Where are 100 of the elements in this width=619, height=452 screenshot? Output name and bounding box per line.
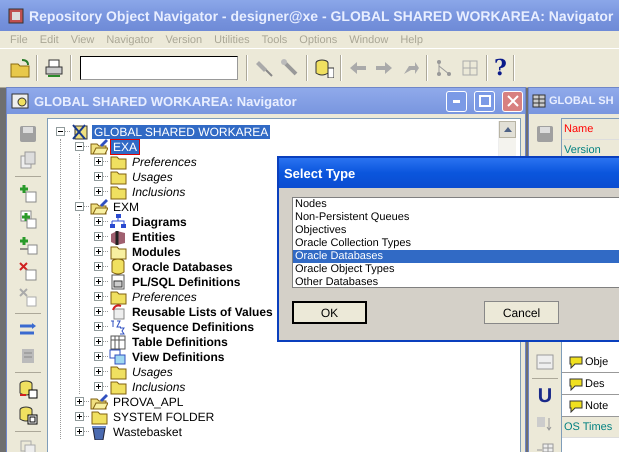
speech-bubble-icon <box>568 354 584 368</box>
underline-button[interactable]: U <box>538 385 552 408</box>
tree-item[interactable]: Modules <box>130 244 183 258</box>
tree-item[interactable]: Inclusions <box>130 184 188 198</box>
tree-item[interactable]: Wastebasket <box>111 424 184 438</box>
list-item[interactable]: Other Databases <box>293 276 619 287</box>
close-icon <box>506 95 518 107</box>
expand-toggle[interactable] <box>75 412 84 421</box>
expand-toggle[interactable] <box>94 172 103 181</box>
expand-toggle[interactable] <box>94 307 103 316</box>
maximize-button[interactable] <box>474 90 495 112</box>
document-icon <box>109 273 127 290</box>
printer-icon[interactable] <box>44 58 64 78</box>
expand-toggle[interactable] <box>94 232 103 241</box>
expand-toggle[interactable] <box>94 367 103 376</box>
tree-item[interactable]: Reusable Lists of Values <box>130 304 275 318</box>
property-label: Name <box>564 123 594 135</box>
tree-item[interactable]: SYSTEM FOLDER <box>111 410 216 424</box>
tree-item[interactable]: Preferences <box>130 154 199 168</box>
tree-item[interactable]: Sequence Definitions <box>130 320 256 334</box>
property-label: OS Times <box>564 421 612 433</box>
expand-toggle[interactable] <box>94 337 103 346</box>
tree-item[interactable]: Inclusions <box>130 380 188 394</box>
add-child-icon[interactable] <box>18 209 38 229</box>
table-icon <box>109 333 127 350</box>
tree-item[interactable]: Table Definitions <box>130 334 230 348</box>
expand-toggle[interactable] <box>94 382 103 391</box>
cube-icon <box>109 228 127 245</box>
collapse-toggle[interactable] <box>75 202 84 211</box>
open-folder-icon <box>90 198 108 215</box>
expand-toggle[interactable] <box>94 217 103 226</box>
dialog-button[interactable]: OK <box>292 301 367 324</box>
tree-item[interactable]: Oracle Databases <box>130 260 235 274</box>
input-field[interactable] <box>80 56 238 80</box>
expand-toggle[interactable] <box>94 352 103 361</box>
open-folder-icon[interactable] <box>10 58 30 78</box>
tree-item[interactable]: PL/SQL Definitions <box>130 274 242 288</box>
expand-toggle[interactable] <box>94 292 103 301</box>
property-label: Note <box>585 400 608 412</box>
database-help-icon[interactable] <box>314 58 334 78</box>
hierarchy-icon <box>109 213 127 230</box>
add-icon[interactable] <box>18 183 38 203</box>
collapse-toggle[interactable] <box>75 142 84 151</box>
database-diagram-icon[interactable] <box>18 405 38 425</box>
database-icon <box>109 258 127 275</box>
tree-item[interactable]: EXA <box>111 140 140 154</box>
dialog-title: Select Type <box>284 166 356 180</box>
list-item[interactable]: Nodes <box>293 198 619 211</box>
window-title: GLOBAL SH <box>549 95 614 107</box>
dialog-button[interactable]: Cancel <box>484 301 559 324</box>
minimize-button[interactable] <box>446 90 467 112</box>
tree-item[interactable]: Usages <box>130 364 175 378</box>
windows-icon <box>109 348 127 365</box>
help-button[interactable]: ? <box>494 55 507 81</box>
tree-item[interactable]: PROVA_APL <box>111 394 186 408</box>
tree-item[interactable]: Preferences <box>130 290 199 304</box>
tree-item[interactable]: Entities <box>130 230 178 244</box>
expand-toggle[interactable] <box>94 247 103 256</box>
navigator-icon <box>11 92 29 110</box>
trash-can-icon <box>90 423 108 440</box>
delete-icon[interactable] <box>18 261 38 281</box>
collapse-toggle[interactable] <box>56 127 65 136</box>
expand-toggle[interactable] <box>94 187 103 196</box>
tree-item[interactable]: EXM <box>111 200 142 214</box>
speech-bubble-icon <box>568 398 584 412</box>
add-function-icon[interactable] <box>18 235 38 255</box>
list-arrow-icon <box>109 303 127 320</box>
maximize-icon <box>478 95 490 107</box>
expand-toggle[interactable] <box>75 427 84 436</box>
workarea-icon <box>71 123 89 140</box>
expand-toggle[interactable] <box>94 262 103 271</box>
property-label: Version <box>564 144 601 156</box>
minimize-icon <box>453 100 460 102</box>
expand-toggle[interactable] <box>75 397 84 406</box>
list-item[interactable]: Oracle Collection Types <box>293 237 619 250</box>
tree-item[interactable]: Diagrams <box>130 214 189 228</box>
list-item[interactable]: Oracle Object Types <box>293 263 619 276</box>
tree-item[interactable]: GLOBAL SHARED WORKAREA <box>92 124 270 138</box>
list-item[interactable]: Oracle Databases <box>293 250 619 263</box>
tree-item[interactable]: View Definitions <box>130 350 226 364</box>
expand-toggle[interactable] <box>94 157 103 166</box>
tree-item[interactable]: Usages <box>130 170 175 184</box>
database-link-icon[interactable] <box>18 379 38 399</box>
open-folder-icon <box>90 393 108 410</box>
window-title: Repository Object Navigator - designer@xe - GLOBAL SHARED WORKAREA: Navigator <box>29 8 614 24</box>
expand-toggle[interactable] <box>94 277 103 286</box>
window-title: GLOBAL SHARED WORKAREA: Navigator <box>34 94 297 108</box>
close-button[interactable] <box>502 90 523 112</box>
grid-icon <box>532 94 546 108</box>
app-icon <box>8 8 24 24</box>
speech-bubble-icon <box>568 376 584 390</box>
arrow-up-icon <box>504 127 512 132</box>
list-item[interactable]: Objectives <box>293 224 619 237</box>
property-label: Des <box>585 378 605 390</box>
expand-toggle[interactable] <box>94 322 103 331</box>
list-item[interactable]: Non-Persistent Queues <box>293 211 619 224</box>
pin-icon[interactable] <box>254 58 274 78</box>
open-folder-icon <box>90 138 108 155</box>
type-list[interactable]: Nodes Non-Persistent Queues Objectives Oracle Collection Types Oracle Databases Oracle Object Types Other Databases <box>292 197 619 288</box>
scroll-up-button[interactable] <box>499 121 516 138</box>
